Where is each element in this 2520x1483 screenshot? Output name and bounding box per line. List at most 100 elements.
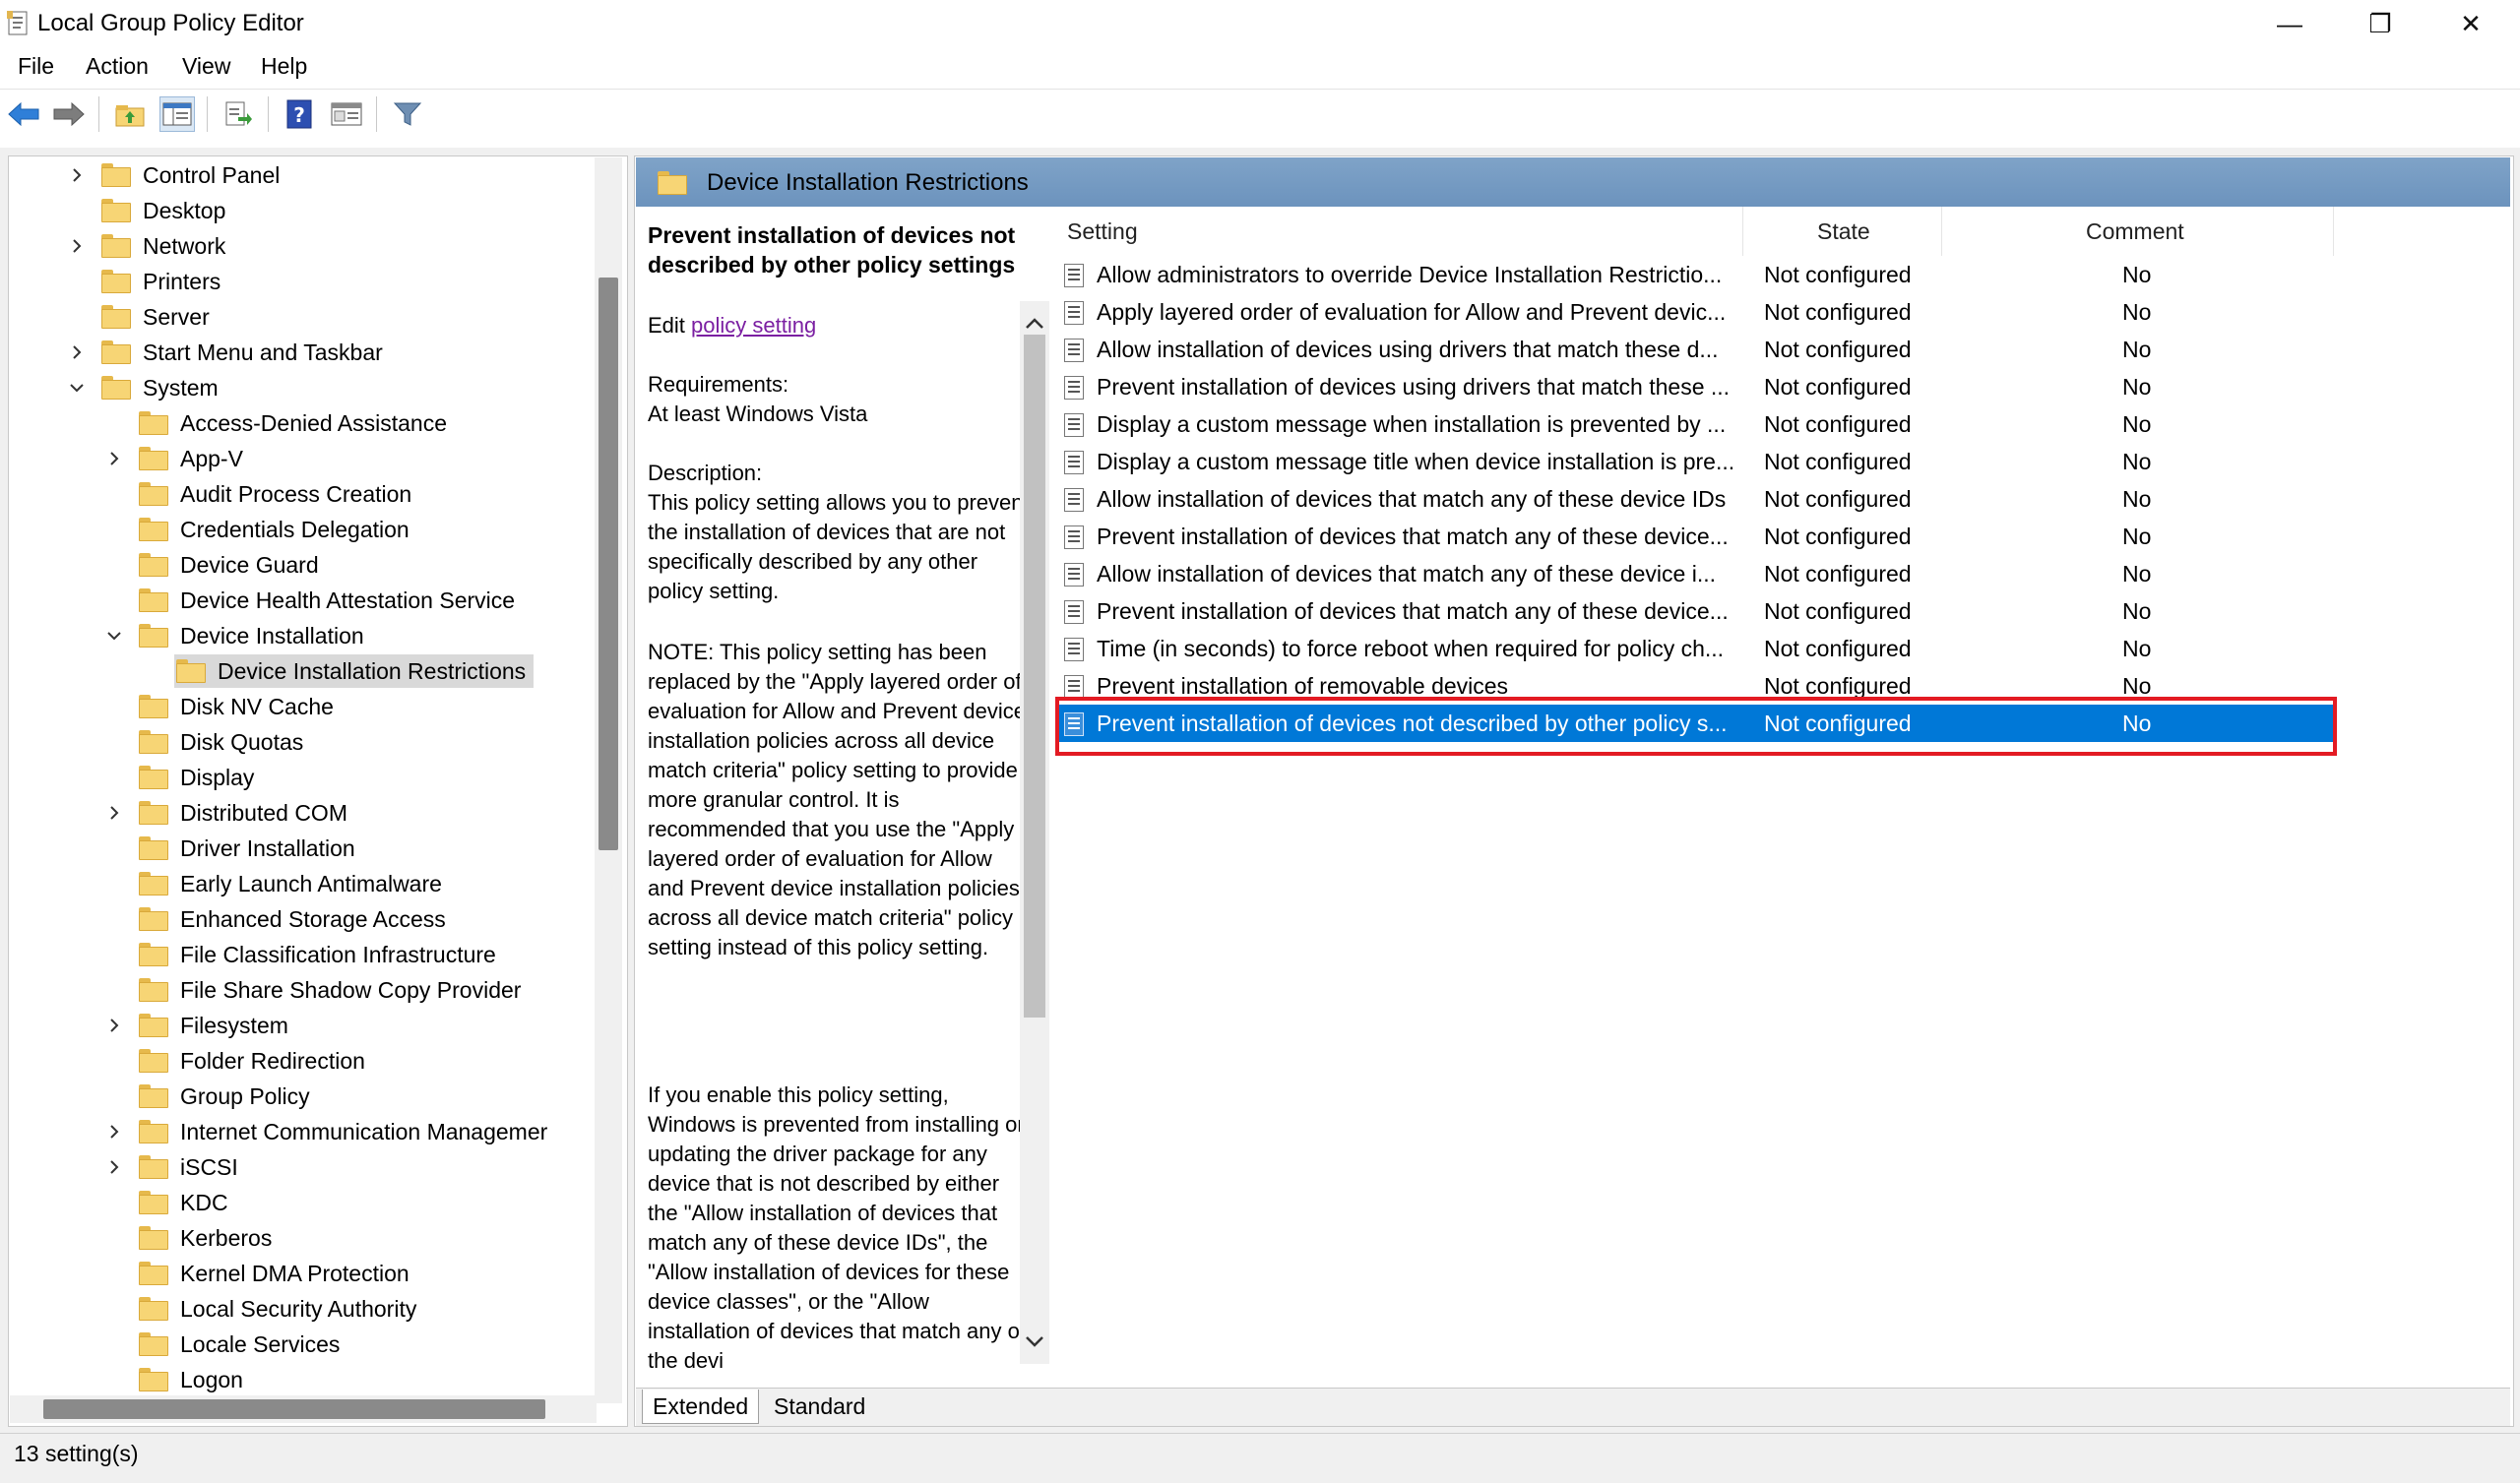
tree-item[interactable]: Desktop (66, 194, 233, 227)
policy-name: Allow installation of devices that match… (1097, 485, 1727, 512)
tree-item[interactable]: Display (103, 761, 262, 794)
close-button[interactable]: ✕ (2426, 0, 2516, 47)
tree-item[interactable]: System (66, 371, 226, 404)
policy-row[interactable]: Display a custom message when installati… (1059, 405, 2333, 443)
policy-row[interactable]: Time (in seconds) to force reboot when r… (1059, 630, 2333, 667)
column-separator[interactable] (1742, 207, 1743, 256)
minimize-button[interactable]: — (2244, 0, 2335, 47)
tree-item[interactable]: Start Menu and Taskbar (66, 336, 391, 369)
tree-item[interactable]: Internet Communication Managemer (103, 1115, 555, 1148)
export-list-icon[interactable] (220, 96, 256, 132)
tree-item[interactable]: KDC (103, 1186, 236, 1219)
tree-item[interactable]: iSCSI (103, 1150, 246, 1184)
tree-horizontal-scroll-thumb[interactable] (43, 1399, 545, 1419)
help-icon[interactable]: ? (282, 96, 317, 132)
tree-item[interactable]: Control Panel (66, 158, 287, 192)
edit-policy-setting-link[interactable]: policy setting (691, 313, 816, 338)
restore-button[interactable]: ❐ (2335, 0, 2426, 47)
folder-icon (139, 518, 168, 541)
policy-row[interactable]: Allow administrators to override Device … (1059, 256, 2333, 293)
tab-standard[interactable]: Standard (764, 1390, 875, 1423)
tree-item[interactable]: Device Installation Restrictions (141, 654, 535, 688)
tree-item[interactable]: Audit Process Creation (103, 477, 419, 511)
policy-state: Not configured (1764, 373, 1912, 400)
tree-item[interactable]: Printers (66, 265, 228, 298)
scroll-up-icon[interactable] (1024, 313, 1045, 335)
column-header-state[interactable]: State (1817, 218, 1870, 245)
show-hide-tree-icon[interactable] (159, 96, 195, 132)
description-paragraph-2: NOTE: This policy setting has been repla… (648, 640, 1027, 959)
tree-item[interactable]: Folder Redirection (103, 1044, 373, 1078)
tree-item[interactable]: Logon (103, 1363, 251, 1396)
scroll-down-icon[interactable] (1024, 1330, 1045, 1352)
tree-item[interactable]: Local Security Authority (103, 1292, 424, 1326)
policy-row[interactable]: Prevent installation of devices that mat… (1059, 518, 2333, 555)
policy-row[interactable]: Allow installation of devices that match… (1059, 555, 2333, 592)
tree-item[interactable]: File Share Shadow Copy Provider (103, 973, 529, 1007)
filter-icon[interactable] (390, 96, 425, 132)
policy-row[interactable]: Allow installation of devices that match… (1059, 480, 2333, 518)
chevron-down-icon[interactable] (66, 377, 88, 399)
chevron-right-icon[interactable] (103, 1156, 125, 1178)
tree-vertical-scroll-thumb[interactable] (598, 278, 618, 850)
chevron-right-icon[interactable] (103, 1015, 125, 1036)
forward-arrow-icon[interactable] (51, 96, 87, 132)
policy-row[interactable]: Apply layered order of evaluation for Al… (1059, 293, 2333, 331)
chevron-down-icon[interactable] (103, 625, 125, 647)
chevron-right-icon[interactable] (103, 802, 125, 824)
tree-item-label: Distributed COM (180, 799, 347, 826)
tree-item[interactable]: Disk Quotas (103, 725, 311, 759)
tree-item[interactable]: Device Installation (103, 619, 372, 652)
back-arrow-icon[interactable] (6, 96, 41, 132)
tree-item[interactable]: Credentials Delegation (103, 513, 417, 546)
chevron-right-icon[interactable] (103, 448, 125, 469)
tree-item-label: Access-Denied Assistance (180, 409, 448, 436)
tree-item[interactable]: Network (66, 229, 233, 263)
tree-item[interactable]: Enhanced Storage Access (103, 902, 454, 936)
policy-row[interactable]: Allow installation of devices using driv… (1059, 331, 2333, 368)
policy-row[interactable]: Display a custom message title when devi… (1059, 443, 2333, 480)
menu-view[interactable]: View (182, 53, 230, 80)
chevron-right-icon[interactable] (66, 235, 88, 257)
properties-icon[interactable] (329, 96, 364, 132)
menu-help[interactable]: Help (261, 53, 307, 80)
chevron-right-icon[interactable] (103, 1121, 125, 1143)
tree-item[interactable]: Distributed COM (103, 796, 355, 830)
up-folder-icon[interactable] (112, 96, 148, 132)
tree-item-label: App-V (180, 445, 243, 471)
column-header-comment[interactable]: Comment (2086, 218, 2184, 245)
menu-file[interactable]: File (18, 53, 54, 80)
policy-name: Allow installation of devices that match… (1097, 560, 1716, 587)
tree-item[interactable]: Device Guard (103, 548, 327, 582)
tree-item[interactable]: Early Launch Antimalware (103, 867, 450, 900)
menu-action[interactable]: Action (86, 53, 149, 80)
tree-item[interactable]: Group Policy (103, 1080, 318, 1113)
tree-item[interactable]: App-V (103, 442, 251, 475)
policy-name: Prevent installation of removable device… (1097, 672, 1509, 699)
tree-item[interactable]: File Classification Infrastructure (103, 938, 504, 971)
edit-line: Edit policy setting (648, 311, 1032, 340)
navigation-tree[interactable]: Control Panel Desktop Network Printers Serve… (8, 155, 628, 1427)
tree-item[interactable]: Device Health Attestation Service (103, 584, 523, 617)
chevron-right-icon[interactable] (66, 164, 88, 186)
folder-icon (139, 553, 168, 577)
column-separator[interactable] (2333, 207, 2334, 256)
policy-row[interactable]: Prevent installation of devices that mat… (1059, 592, 2333, 630)
tree-item[interactable]: Kernel DMA Protection (103, 1257, 417, 1290)
folder-icon (139, 1368, 168, 1391)
tree-item[interactable]: Disk NV Cache (103, 690, 342, 723)
column-separator[interactable] (1941, 207, 1942, 256)
tree-item[interactable]: Access-Denied Assistance (103, 406, 455, 440)
tree-item[interactable]: Kerberos (103, 1221, 280, 1255)
description-scroll-thumb[interactable] (1024, 335, 1045, 1018)
chevron-right-icon[interactable] (66, 341, 88, 363)
folder-icon (101, 163, 131, 187)
tree-item[interactable]: Server (66, 300, 218, 334)
tree-item[interactable]: Filesystem (103, 1009, 296, 1042)
tree-item-label: Device Installation Restrictions (218, 657, 527, 684)
tree-item[interactable]: Driver Installation (103, 832, 363, 865)
column-header-setting[interactable]: Setting (1067, 218, 1138, 245)
tree-item[interactable]: Locale Services (103, 1328, 347, 1361)
tab-extended[interactable]: Extended (642, 1390, 760, 1424)
policy-row[interactable]: Prevent installation of devices using dr… (1059, 368, 2333, 405)
